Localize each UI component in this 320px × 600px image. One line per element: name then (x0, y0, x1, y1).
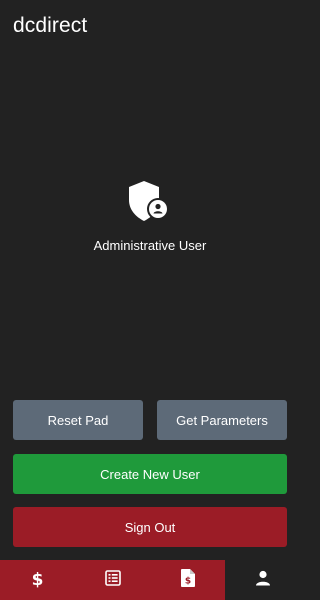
nav-item-user[interactable] (225, 560, 300, 600)
sign-out-button[interactable]: Sign Out (13, 507, 287, 547)
nav-item-list[interactable] (75, 560, 150, 600)
dollar-icon: $ (31, 570, 44, 590)
get-parameters-button[interactable]: Get Parameters (157, 400, 287, 440)
bottom-nav: $ $ (0, 560, 300, 600)
app-title: dcdirect (13, 14, 88, 37)
app-screen: dcdirect Administrative User Reset Pad G… (0, 0, 300, 600)
reset-pad-button[interactable]: Reset Pad (13, 400, 143, 440)
admin-shield-user-icon (127, 180, 173, 222)
role-label: Administrative User (93, 238, 207, 253)
list-icon (104, 569, 121, 591)
invoice-icon: $ (180, 568, 195, 592)
profile-section: Administrative User (0, 180, 300, 253)
nav-item-payments[interactable]: $ (0, 560, 75, 600)
nav-item-invoices[interactable]: $ (150, 560, 225, 600)
create-new-user-button[interactable]: Create New User (13, 454, 287, 494)
svg-text:$: $ (184, 576, 190, 586)
user-icon (255, 570, 271, 591)
